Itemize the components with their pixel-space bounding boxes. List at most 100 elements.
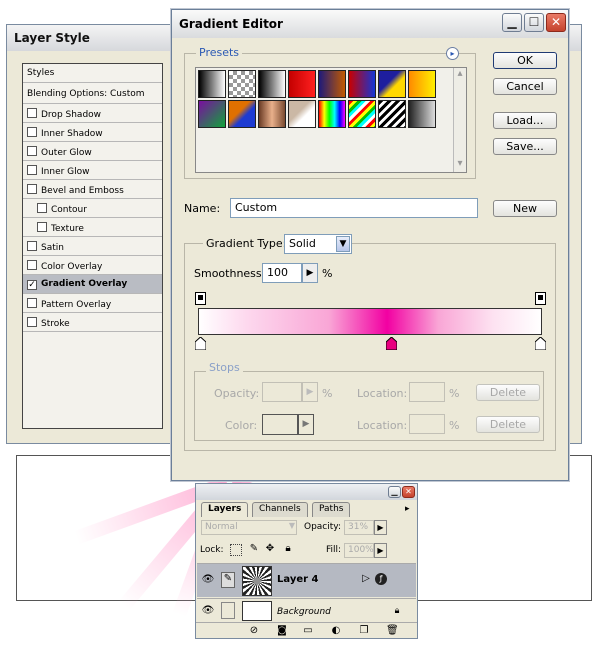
- presets-scrollbar[interactable]: ▴ ▾: [453, 68, 466, 172]
- color-stop-left[interactable]: [195, 337, 206, 350]
- preset-gradient-swatch[interactable]: [258, 100, 286, 128]
- preset-gradient-swatch[interactable]: [198, 100, 226, 128]
- effect-checkbox[interactable]: [27, 184, 37, 194]
- color-delete-button[interactable]: Delete: [476, 416, 540, 433]
- stop-color-swatch[interactable]: [262, 414, 298, 435]
- layers-palette-titlebar[interactable]: [196, 484, 417, 500]
- lock-image-brush-icon[interactable]: ✎: [248, 543, 260, 555]
- effect-item[interactable]: Contour: [23, 199, 162, 218]
- preset-gradient-swatch[interactable]: [348, 70, 376, 98]
- adjustment-layer-icon[interactable]: ◐: [330, 625, 342, 637]
- gradient-bar[interactable]: [198, 308, 542, 335]
- smoothness-input[interactable]: 100: [262, 263, 302, 283]
- effect-item[interactable]: Drop Shadow: [23, 104, 162, 123]
- color-location-input[interactable]: [409, 414, 445, 434]
- load-button[interactable]: Load...: [493, 112, 557, 129]
- blending-options-item[interactable]: Blending Options: Custom: [23, 85, 162, 104]
- palette-close-button[interactable]: ✕: [402, 486, 415, 498]
- link-slot-icon[interactable]: [221, 602, 235, 619]
- layer-row-layer-4[interactable]: 👁︎ ✎ Layer 4 ▷ ƒ: [197, 563, 416, 597]
- fill-input[interactable]: 100%: [344, 543, 374, 558]
- name-input[interactable]: Custom: [230, 198, 478, 218]
- opacity-delete-button[interactable]: Delete: [476, 384, 540, 401]
- effect-checkbox[interactable]: [27, 317, 37, 327]
- close-button[interactable]: ✕: [546, 13, 566, 32]
- palette-menu-arrow-icon[interactable]: ▸: [405, 504, 410, 514]
- stop-opacity-input[interactable]: [262, 382, 302, 402]
- opacity-stop-right[interactable]: [535, 292, 546, 305]
- effect-item[interactable]: ✓ Gradient Overlay: [23, 275, 162, 294]
- effect-checkbox[interactable]: [27, 165, 37, 175]
- preset-gradient-swatch[interactable]: [228, 100, 256, 128]
- effect-item[interactable]: Inner Glow: [23, 161, 162, 180]
- effect-item[interactable]: Bevel and Emboss: [23, 180, 162, 199]
- palette-minimize-button[interactable]: ▁: [388, 486, 401, 498]
- effect-checkbox[interactable]: [27, 127, 37, 137]
- preset-gradient-swatch[interactable]: [378, 100, 406, 128]
- effect-checkbox[interactable]: [27, 108, 37, 118]
- preset-gradient-swatch[interactable]: [258, 70, 286, 98]
- preset-gradient-swatch[interactable]: [408, 100, 436, 128]
- effect-checkbox[interactable]: [37, 203, 47, 213]
- opacity-stop-left[interactable]: [195, 292, 206, 305]
- save-button[interactable]: Save...: [493, 138, 557, 155]
- eye-icon[interactable]: 👁︎: [201, 574, 215, 586]
- layer-row-background[interactable]: 👁︎ Background 🔒︎: [197, 598, 416, 621]
- presets-menu-arrow-icon[interactable]: ▸: [446, 47, 459, 60]
- ok-button[interactable]: OK: [493, 52, 557, 69]
- scroll-up-icon[interactable]: ▴: [455, 68, 465, 80]
- tab-paths[interactable]: Paths: [312, 502, 351, 517]
- preset-gradient-swatch[interactable]: [318, 70, 346, 98]
- new-layer-icon[interactable]: ❐: [358, 625, 370, 637]
- effect-item[interactable]: Stroke: [23, 313, 162, 332]
- lock-transparent-icon[interactable]: [230, 544, 242, 556]
- trash-icon[interactable]: 🗑︎: [386, 625, 399, 637]
- brush-link-icon[interactable]: ✎: [221, 572, 235, 588]
- eye-icon[interactable]: 👁︎: [201, 605, 215, 617]
- layer-effects-icon[interactable]: ƒ: [375, 573, 387, 585]
- link-layers-icon[interactable]: ⊘: [248, 625, 260, 637]
- layer-opacity-input[interactable]: 31%: [344, 520, 374, 535]
- gradient-type-select[interactable]: Solid ▼: [284, 234, 352, 254]
- effect-item[interactable]: Pattern Overlay: [23, 294, 162, 313]
- expand-effects-icon[interactable]: ▷: [361, 573, 371, 585]
- effect-checkbox[interactable]: [27, 146, 37, 156]
- maximize-button[interactable]: ☐: [524, 13, 544, 32]
- minimize-button[interactable]: ▁: [502, 13, 522, 32]
- preset-gradient-swatch[interactable]: [198, 70, 226, 98]
- styles-header[interactable]: Styles: [23, 64, 162, 83]
- smoothness-arrow-icon[interactable]: ▶: [302, 263, 318, 283]
- cancel-button[interactable]: Cancel: [493, 78, 557, 95]
- effect-item[interactable]: Texture: [23, 218, 162, 237]
- color-stop-middle[interactable]: [386, 337, 397, 350]
- blend-mode-select[interactable]: Normal ▼: [201, 520, 297, 535]
- tab-channels[interactable]: Channels: [252, 502, 308, 517]
- opacity-location-input[interactable]: [409, 382, 445, 402]
- lock-position-move-icon[interactable]: ✥: [264, 543, 276, 555]
- scroll-down-icon[interactable]: ▾: [455, 158, 465, 170]
- effect-item[interactable]: Color Overlay: [23, 256, 162, 275]
- layer-opacity-arrow-icon[interactable]: ▶: [374, 520, 387, 535]
- new-button[interactable]: New: [493, 200, 557, 217]
- add-mask-icon[interactable]: ◙: [276, 625, 288, 637]
- preset-gradient-swatch[interactable]: [288, 100, 316, 128]
- effect-item[interactable]: Inner Shadow: [23, 123, 162, 142]
- stop-color-arrow-icon[interactable]: ▶: [298, 414, 314, 435]
- effect-checkbox[interactable]: [27, 298, 37, 308]
- preset-gradient-swatch[interactable]: [348, 100, 376, 128]
- preset-gradient-swatch[interactable]: [288, 70, 316, 98]
- chevron-down-icon[interactable]: ▼: [336, 236, 350, 252]
- effect-item[interactable]: Outer Glow: [23, 142, 162, 161]
- lock-all-icon[interactable]: 🔒︎: [282, 543, 294, 555]
- preset-gradient-swatch[interactable]: [408, 70, 436, 98]
- fill-arrow-icon[interactable]: ▶: [374, 543, 387, 558]
- layer-4-name[interactable]: Layer 4: [277, 574, 318, 585]
- effect-item[interactable]: Satin: [23, 237, 162, 256]
- preset-gradient-swatch[interactable]: [318, 100, 346, 128]
- effect-checkbox[interactable]: [37, 222, 47, 232]
- new-group-folder-icon[interactable]: ▭: [302, 625, 314, 637]
- color-stop-right[interactable]: [535, 337, 546, 350]
- effect-checkbox[interactable]: [27, 241, 37, 251]
- preset-gradient-swatch[interactable]: [228, 70, 256, 98]
- effect-checkbox[interactable]: [27, 260, 37, 270]
